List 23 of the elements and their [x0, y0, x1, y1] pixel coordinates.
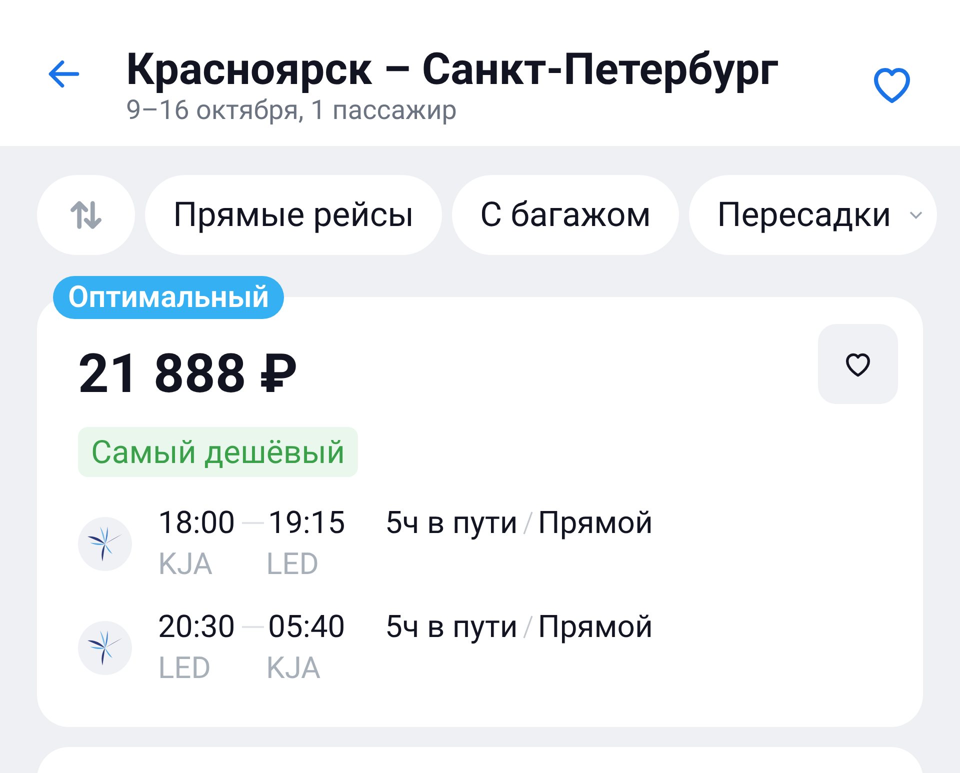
flight-duration: 5ч в пути: [385, 609, 518, 645]
trip-details: 9–16 октября, 1 пассажир: [126, 94, 458, 126]
filter-chip[interactable]: Прямые рейсы: [145, 175, 442, 255]
slash-divider: [522, 615, 533, 639]
filter-chip[interactable]: С багажом: [452, 175, 679, 255]
departure-time: 18:00: [158, 505, 236, 541]
cheapest-tag: Самый дешёвый: [78, 427, 358, 477]
optimal-badge: Оптимальный: [53, 276, 284, 319]
stops-info: Прямой: [538, 505, 653, 541]
route-title: Красноярск – Санкт-Петербург: [126, 44, 780, 94]
departure-airport: KJA: [158, 547, 214, 583]
flight-duration: 5ч в пути: [385, 505, 518, 541]
departure-time: 20:30: [158, 609, 236, 645]
filter-dropdown[interactable]: Пересадки: [689, 175, 938, 255]
arrival-time: 05:40: [268, 609, 346, 645]
slash-divider: [522, 511, 533, 535]
stops-info: Прямой: [538, 609, 653, 645]
arrival-time: 19:15: [268, 505, 346, 541]
arrival-airport: LED: [266, 547, 319, 583]
price: 21 888 ₽: [78, 345, 298, 405]
departure-airport: LED: [158, 651, 212, 687]
arrival-airport: KJA: [266, 651, 321, 687]
favorite-button[interactable]: [818, 324, 898, 404]
